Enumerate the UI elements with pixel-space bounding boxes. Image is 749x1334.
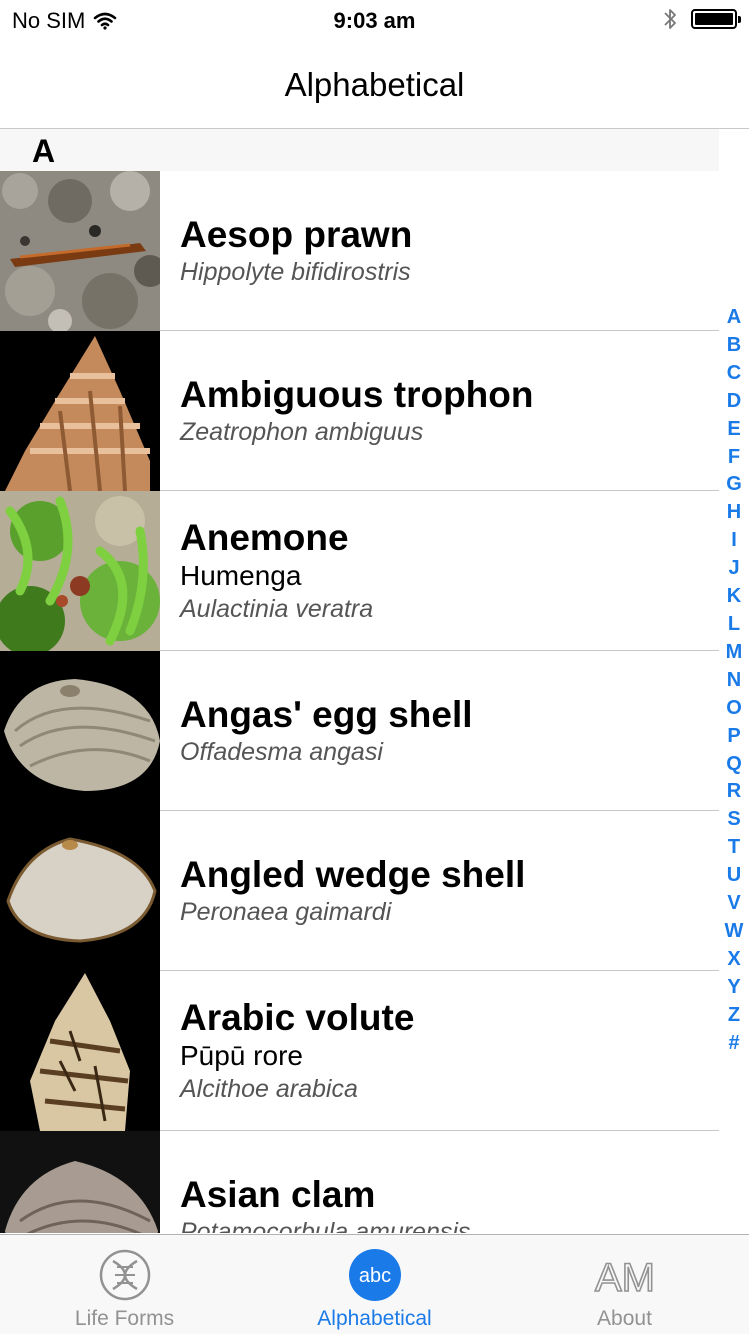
bluetooth-icon: [664, 9, 676, 29]
species-thumbnail: [0, 171, 160, 331]
row-text: Angled wedge shell Peronaea gaimardi: [180, 811, 719, 971]
index-letter[interactable]: A: [727, 304, 741, 332]
common-name: Ambiguous trophon: [180, 374, 534, 415]
species-thumbnail: [0, 651, 160, 811]
row-text: Arabic volute Pūpū rore Alcithoe arabica: [180, 971, 719, 1131]
scientific-name: Zeatrophon ambiguus: [180, 418, 424, 446]
index-letter[interactable]: N: [727, 667, 741, 695]
common-name: Angas' egg shell: [180, 694, 473, 735]
scientific-name: Alcithoe arabica: [180, 1075, 358, 1103]
index-letter[interactable]: K: [727, 583, 741, 611]
species-thumbnail: [0, 331, 160, 491]
index-letter[interactable]: Q: [726, 751, 742, 779]
common-name: Aesop prawn: [180, 214, 413, 255]
index-letter[interactable]: O: [726, 695, 742, 723]
species-thumbnail: [0, 491, 160, 651]
index-letter[interactable]: Z: [728, 1002, 740, 1030]
list-item[interactable]: Arabic volute Pūpū rore Alcithoe arabica: [0, 971, 719, 1131]
index-letter[interactable]: I: [731, 527, 737, 555]
maori-name: Humenga: [180, 560, 302, 591]
status-bar: No SIM 9:03 am: [0, 0, 749, 42]
section-index[interactable]: A B C D E F G H I J K L M N O P Q R S T U V W X Y Z #: [722, 304, 746, 1057]
status-right: [663, 6, 741, 32]
common-name: Arabic volute: [180, 997, 415, 1038]
scientific-name: Aulactinia veratra: [180, 595, 374, 623]
index-letter[interactable]: U: [727, 862, 741, 890]
list-item[interactable]: Angled wedge shell Peronaea gaimardi: [0, 811, 719, 971]
list-item[interactable]: Anemone Humenga Aulactinia veratra: [0, 491, 719, 651]
index-letter[interactable]: W: [725, 918, 744, 946]
index-letter[interactable]: Y: [727, 974, 740, 1002]
common-name: Asian clam: [180, 1174, 376, 1215]
tab-label: About: [597, 1307, 652, 1330]
index-letter[interactable]: R: [727, 778, 741, 806]
section-header: A: [0, 129, 719, 171]
species-thumbnail: [0, 811, 160, 971]
svg-text:AM: AM: [595, 1256, 655, 1300]
battery-fill: [695, 13, 733, 25]
common-name: Anemone: [180, 517, 349, 558]
index-letter[interactable]: T: [728, 834, 740, 862]
dna-icon: [99, 1249, 150, 1301]
list-item[interactable]: Ambiguous trophon Zeatrophon ambiguus: [0, 331, 719, 491]
index-letter[interactable]: F: [728, 444, 740, 472]
species-list[interactable]: Aesop prawn Hippolyte bifidirostris Ambi…: [0, 171, 719, 1233]
battery-icon: [691, 9, 741, 29]
tab-life-forms[interactable]: Life Forms: [0, 1235, 249, 1334]
index-letter[interactable]: H: [727, 499, 741, 527]
index-letter[interactable]: X: [727, 946, 740, 974]
index-letter[interactable]: C: [727, 360, 741, 388]
index-letter[interactable]: G: [726, 471, 742, 499]
species-thumbnail: [0, 971, 160, 1131]
row-text: Angas' egg shell Offadesma angasi: [180, 651, 719, 811]
tab-alphabetical[interactable]: abc Alphabetical: [250, 1235, 499, 1334]
row-text: Aesop prawn Hippolyte bifidirostris: [180, 171, 719, 331]
index-letter[interactable]: P: [727, 723, 740, 751]
species-thumbnail: [0, 1131, 160, 1233]
index-letter[interactable]: D: [727, 388, 741, 416]
maori-name: Pūpū rore: [180, 1040, 303, 1071]
index-letter[interactable]: L: [728, 611, 740, 639]
scientific-name: Hippolyte bifidirostris: [180, 258, 411, 286]
am-logo-icon: AM: [594, 1255, 656, 1301]
row-text: Ambiguous trophon Zeatrophon ambiguus: [180, 331, 719, 491]
index-letter[interactable]: B: [727, 332, 741, 360]
tab-about[interactable]: AM About: [500, 1235, 749, 1334]
section-letter: A: [32, 133, 56, 169]
index-letter[interactable]: J: [728, 555, 739, 583]
status-time: 9:03 am: [333, 8, 416, 33]
scientific-name: Potamocorbula amurensis: [180, 1218, 471, 1233]
scientific-name: Peronaea gaimardi: [180, 898, 392, 926]
row-text: Anemone Humenga Aulactinia veratra: [180, 491, 719, 651]
list-item[interactable]: Angas' egg shell Offadesma angasi: [0, 651, 719, 811]
index-letter[interactable]: E: [727, 416, 740, 444]
nav-bar: Alphabetical: [0, 42, 749, 129]
index-letter[interactable]: V: [727, 890, 740, 918]
abc-icon: abc: [348, 1249, 401, 1301]
index-letter[interactable]: #: [728, 1030, 739, 1058]
tab-label: Alphabetical: [317, 1307, 432, 1330]
row-text: Asian clam Potamocorbula amurensis: [180, 1131, 719, 1233]
svg-text:abc: abc: [358, 1265, 390, 1287]
list-item[interactable]: Asian clam Potamocorbula amurensis: [0, 1131, 719, 1233]
scientific-name: Offadesma angasi: [180, 738, 383, 766]
index-letter[interactable]: M: [726, 639, 743, 667]
common-name: Angled wedge shell: [180, 854, 526, 895]
tab-bar: Life Forms abc Alphabetical AM About: [0, 1234, 749, 1334]
index-letter[interactable]: S: [727, 806, 740, 834]
list-item[interactable]: Aesop prawn Hippolyte bifidirostris: [0, 171, 719, 331]
tab-label: Life Forms: [74, 1307, 175, 1330]
page-title: Alphabetical: [284, 66, 465, 103]
